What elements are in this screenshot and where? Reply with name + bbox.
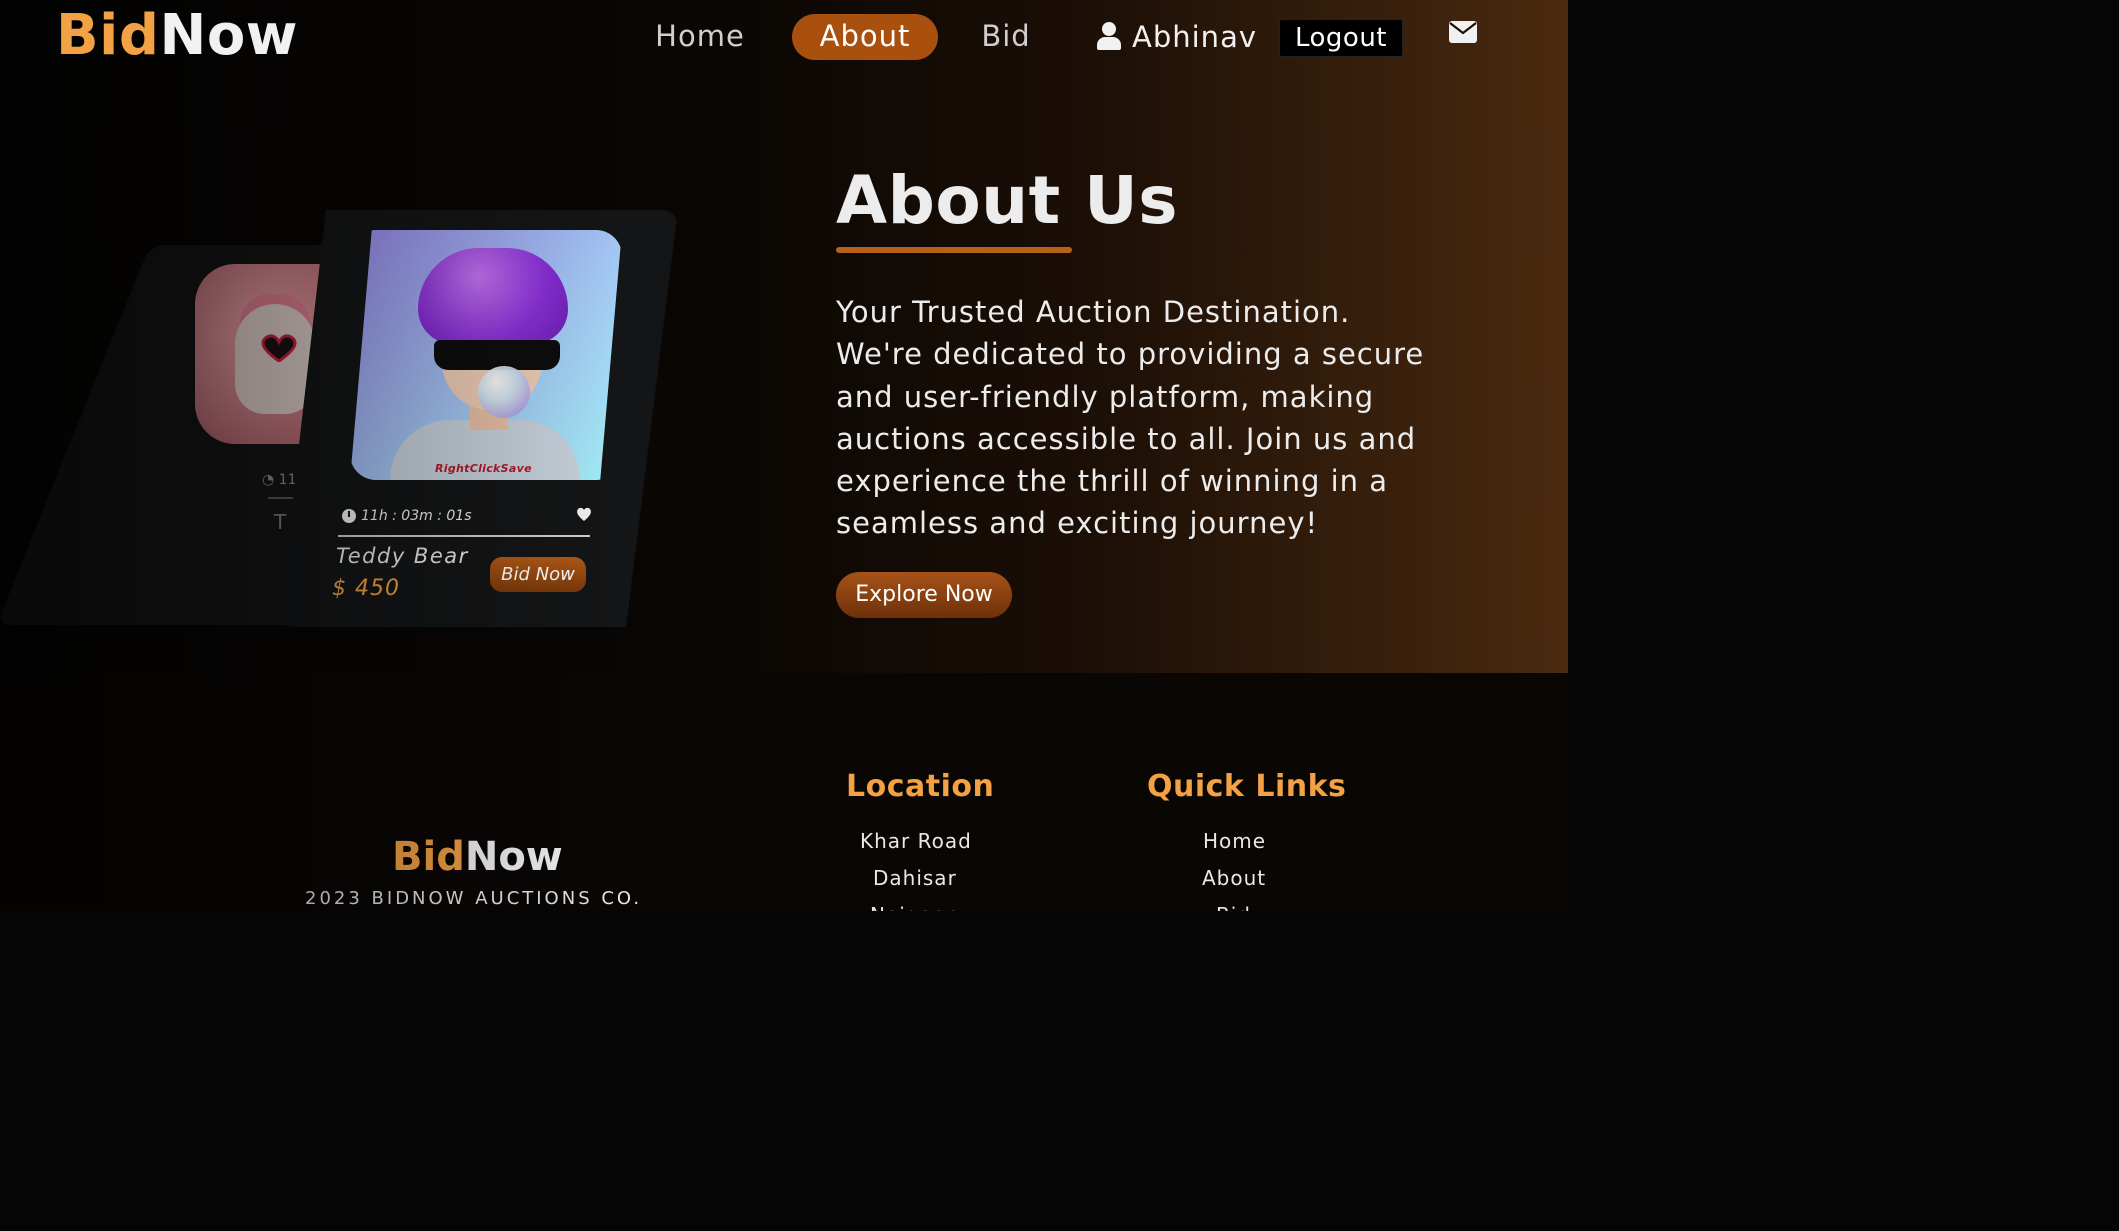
page: BidNow Home About Bid Abhinav Logout ◔ 1… (0, 0, 1568, 911)
product-image: RightClickSave (350, 230, 622, 480)
auction-timer: 11h : 03m : 01s (342, 508, 471, 524)
nav-about-link[interactable]: About (792, 14, 938, 60)
about-line: Your Trusted Auction Destination. (836, 295, 1351, 329)
user-icon (1096, 22, 1122, 52)
quick-link-bid[interactable]: Bid (1216, 903, 1251, 911)
title-underline (836, 247, 1072, 253)
product-card[interactable]: RightClickSave 11h : 03m : 01s Teddy Bea… (278, 210, 678, 627)
about-line: experience the thrill of winning in a (836, 464, 1389, 499)
navbar: BidNow Home About Bid Abhinav Logout (0, 0, 1568, 74)
mail-icon[interactable] (1449, 21, 1477, 43)
location-heading: Location (846, 769, 995, 804)
about-line: auctions accessible to all. Join us and (836, 421, 1417, 456)
about-line: seamless and exciting journey! (836, 506, 1319, 541)
nav-bid-link[interactable]: Bid (975, 14, 1037, 60)
nav-home-link[interactable]: Home (650, 14, 750, 60)
location-item: Naigaon (870, 903, 960, 911)
heart-icon[interactable] (576, 507, 592, 521)
item-name: Teddy Bear (336, 544, 469, 568)
about-description: Your Trusted Auction Destination. We're … (836, 291, 1446, 545)
footer-brand-part1: Bid (392, 834, 465, 880)
product-image-shirt-text: RightClickSave (435, 462, 532, 475)
about-line: We're dedicated to providing a secure (836, 337, 1425, 372)
item-price: $ 450 (332, 576, 400, 601)
location-item: Dahisar (873, 866, 957, 890)
footer-copyright: 2023 BIDNOW AUCTIONS CO. (305, 888, 643, 909)
brand-logo-part1: Bid (56, 3, 160, 68)
footer-brand-part2: Now (464, 834, 563, 880)
quick-link-about[interactable]: About (1202, 866, 1266, 890)
brand-logo-part2: Now (159, 3, 299, 68)
auction-timer-text: 11h : 03m : 01s (361, 508, 472, 524)
footer-brand-logo[interactable]: BidNow (392, 833, 563, 881)
about-title: About Us (836, 162, 1179, 239)
logout-button[interactable]: Logout (1279, 19, 1403, 57)
quick-link-home[interactable]: Home (1203, 829, 1266, 853)
about-line: and user-friendly platform, making (836, 379, 1375, 414)
user-name: Abhinav (1132, 20, 1257, 54)
location-item: Khar Road (860, 829, 972, 853)
footer: BidNow 2023 BIDNOW AUCTIONS CO. Location… (0, 673, 1568, 911)
card-divider (338, 535, 590, 537)
quick-links-heading: Quick Links (1147, 769, 1347, 804)
user-profile[interactable]: Abhinav (1096, 14, 1257, 60)
brand-logo[interactable]: BidNow (56, 4, 298, 68)
clock-icon (342, 509, 356, 523)
bid-now-button[interactable]: Bid Now (490, 557, 586, 592)
explore-now-button[interactable]: Explore Now (836, 572, 1012, 618)
